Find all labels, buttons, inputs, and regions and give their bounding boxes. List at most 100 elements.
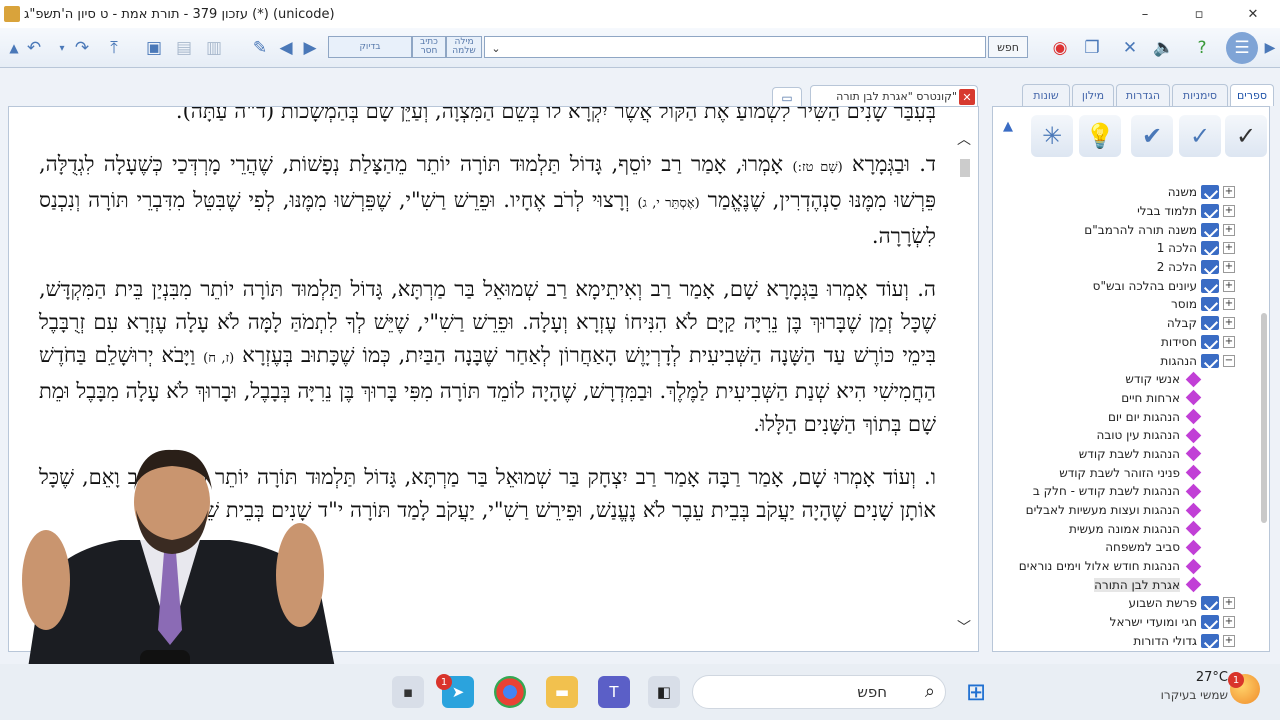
scroll-thumb[interactable] bbox=[960, 159, 970, 177]
expand-icon[interactable]: + bbox=[1223, 616, 1235, 629]
tab-close-icon[interactable]: ✕ bbox=[959, 89, 975, 105]
close-button[interactable]: ✕ bbox=[1226, 0, 1280, 28]
tree-folder-item[interactable]: + הלכה 2 bbox=[993, 258, 1243, 277]
scroll-down-icon[interactable]: ﹀ bbox=[957, 617, 971, 637]
tree-folder-item[interactable]: + חגי ומועדי ישראל bbox=[993, 613, 1243, 632]
copy-icon[interactable]: ❐ bbox=[1080, 36, 1104, 60]
teams-icon[interactable]: T bbox=[598, 676, 630, 708]
mode-whole-word-button[interactable]: מילה שלמה bbox=[446, 36, 482, 58]
tree-folder-item[interactable]: + קבלה bbox=[993, 314, 1243, 333]
nav-right-icon[interactable]: ▶ bbox=[1258, 36, 1280, 60]
expand-icon[interactable]: + bbox=[1223, 279, 1235, 292]
expand-icon[interactable]: + bbox=[1223, 634, 1235, 647]
help-icon[interactable]: ? bbox=[1190, 36, 1214, 60]
source-ref[interactable]: (שָׁם טז:) bbox=[793, 160, 843, 175]
tab-dictionary[interactable]: מילון bbox=[1072, 84, 1114, 106]
next-icon[interactable]: ▶ bbox=[298, 36, 322, 60]
tree-folder-item[interactable]: − הנהגות bbox=[993, 351, 1243, 370]
book-icon bbox=[1185, 390, 1202, 406]
tree-book-item[interactable]: הנהגות לשבת קודש bbox=[993, 445, 1243, 464]
collapse-icon[interactable]: − bbox=[1223, 354, 1235, 367]
expand-icon[interactable]: + bbox=[1223, 186, 1235, 199]
undo-icon[interactable]: ↶ bbox=[22, 36, 46, 60]
tree-book-item[interactable]: הנהגות אמונה מעשית bbox=[993, 519, 1243, 538]
book-icon bbox=[1185, 371, 1202, 387]
minimize-button[interactable]: – bbox=[1118, 0, 1172, 28]
tree-book-item[interactable]: הנהגות חודש אלול וימים נוראים bbox=[993, 557, 1243, 576]
tree-book-item[interactable]: הנהגות עין טובה bbox=[993, 426, 1243, 445]
menu-icon[interactable]: ☰ bbox=[1226, 32, 1258, 64]
search-dropdown-icon[interactable]: ⌄ bbox=[484, 36, 508, 60]
tab-document[interactable]: קונטרס "אגרת לבן תורה" ✕ bbox=[810, 85, 978, 107]
tree-book-item[interactable]: אנשי קודש bbox=[993, 370, 1243, 389]
tree-folder-item[interactable]: + פרשת השבוע bbox=[993, 594, 1243, 613]
tree-book-item[interactable]: אגרת לבן התורה bbox=[993, 575, 1243, 594]
clear-icon[interactable]: ✕ bbox=[1118, 36, 1142, 60]
tree-book-item[interactable]: פניני הזוהר לשבת קודש bbox=[993, 463, 1243, 482]
layout-split-icon[interactable]: ▤ bbox=[172, 36, 196, 60]
tree-book-item[interactable]: הנהגות יום יום bbox=[993, 407, 1243, 426]
expand-icon[interactable]: + bbox=[1223, 223, 1235, 236]
tree-folder-item[interactable]: + מוסר bbox=[993, 295, 1243, 314]
tree-book-item[interactable]: ארחות חיים bbox=[993, 389, 1243, 408]
layout-single-icon[interactable]: ▣ bbox=[142, 36, 166, 60]
color-wheel-icon[interactable]: ◉ bbox=[1048, 36, 1072, 60]
task-app-icon[interactable]: ▪ bbox=[392, 676, 424, 708]
tree-scroll-thumb[interactable] bbox=[1261, 313, 1267, 523]
prev-icon[interactable]: ◀ bbox=[274, 36, 298, 60]
weather-widget[interactable]: 27°C שמשי בעיקרו bbox=[1140, 670, 1228, 702]
tree-item-label: הנהגות לשבת קודש - חלק ב bbox=[1032, 484, 1180, 499]
tree-folder-item[interactable]: + גדולי הדורות bbox=[993, 632, 1243, 651]
check-icon[interactable]: ✓ bbox=[1179, 115, 1221, 157]
maximize-button[interactable]: ▫ bbox=[1172, 0, 1226, 28]
tree-folder-item[interactable]: + תלמוד בבלי bbox=[993, 202, 1243, 221]
source-ref[interactable]: (ז, ח) bbox=[203, 351, 234, 366]
tree-icon[interactable]: ✳ bbox=[1031, 115, 1073, 157]
go-top-icon[interactable]: ⤒ bbox=[102, 36, 126, 60]
taskbar-search-placeholder: חפש bbox=[857, 683, 887, 701]
expand-icon[interactable]: + bbox=[1223, 298, 1235, 311]
folder-icon[interactable]: ▬ bbox=[546, 676, 578, 708]
double-check-icon[interactable]: ✔ bbox=[1131, 115, 1173, 157]
new-tab-button[interactable]: ▭ bbox=[772, 87, 802, 107]
highlight-icon[interactable]: ✎ bbox=[248, 36, 272, 60]
mode-missing-letter-button[interactable]: כתיב חסר bbox=[412, 36, 446, 58]
window-app-icon[interactable]: ◧ bbox=[648, 676, 680, 708]
redo-icon[interactable]: ↷ bbox=[70, 36, 94, 60]
tab-books[interactable]: ספרים bbox=[1230, 84, 1274, 106]
expand-icon[interactable]: + bbox=[1223, 242, 1235, 255]
bulb-icon[interactable]: 💡 bbox=[1079, 115, 1121, 157]
expand-icon[interactable]: + bbox=[1223, 335, 1235, 348]
check-outline-icon[interactable]: ✓ bbox=[1225, 115, 1267, 157]
folder-icon bbox=[1201, 633, 1219, 648]
tree-scrollbar[interactable] bbox=[1261, 203, 1267, 663]
scroll-up-icon[interactable]: ︿ bbox=[957, 129, 971, 149]
tree-folder-item[interactable]: + חסידות bbox=[993, 333, 1243, 352]
expand-icon[interactable]: + bbox=[1223, 261, 1235, 274]
tree-folder-item[interactable]: + משנה bbox=[993, 183, 1243, 202]
app-icon bbox=[4, 6, 20, 22]
speaker-icon[interactable]: 🔈 bbox=[1152, 36, 1176, 60]
tree-folder-item[interactable]: + הלכה 1 bbox=[993, 239, 1243, 258]
tab-misc[interactable]: שונות bbox=[1022, 84, 1070, 106]
tab-bookmarks[interactable]: סימניות bbox=[1172, 84, 1228, 106]
chrome-icon[interactable] bbox=[494, 676, 526, 708]
sort-up-icon[interactable]: ▲ bbox=[1003, 119, 1013, 134]
tree-book-item[interactable]: סביב למשפחה bbox=[993, 538, 1243, 557]
tree-book-item[interactable]: הנהגות ועצות מעשיות לאבלים bbox=[993, 501, 1243, 520]
taskbar-search[interactable]: ⌕ חפש bbox=[692, 675, 946, 709]
layout-columns-icon[interactable]: ▥ bbox=[202, 36, 226, 60]
search-button[interactable]: חפש bbox=[988, 36, 1028, 58]
expand-icon[interactable]: + bbox=[1223, 205, 1235, 218]
search-input[interactable] bbox=[484, 36, 986, 58]
expand-icon[interactable]: + bbox=[1223, 317, 1235, 330]
tree-folder-item[interactable]: + משנה תורה להרמב"ם bbox=[993, 220, 1243, 239]
source-ref[interactable]: (אֶסְתֵּר י, ג) bbox=[637, 196, 699, 211]
tree-folder-item[interactable]: + עיונים בהלכה ובש"ס bbox=[993, 276, 1243, 295]
tree-book-item[interactable]: הנהגות לשבת קודש - חלק ב bbox=[993, 482, 1243, 501]
mode-exact-button[interactable]: בדיוק bbox=[328, 36, 412, 58]
expand-icon[interactable]: + bbox=[1223, 597, 1235, 610]
document-scrollbar[interactable]: ︿ ﹀ bbox=[952, 107, 978, 651]
tab-settings[interactable]: הגדרות bbox=[1116, 84, 1170, 106]
windows-start-icon[interactable]: ⊞ bbox=[960, 676, 992, 708]
